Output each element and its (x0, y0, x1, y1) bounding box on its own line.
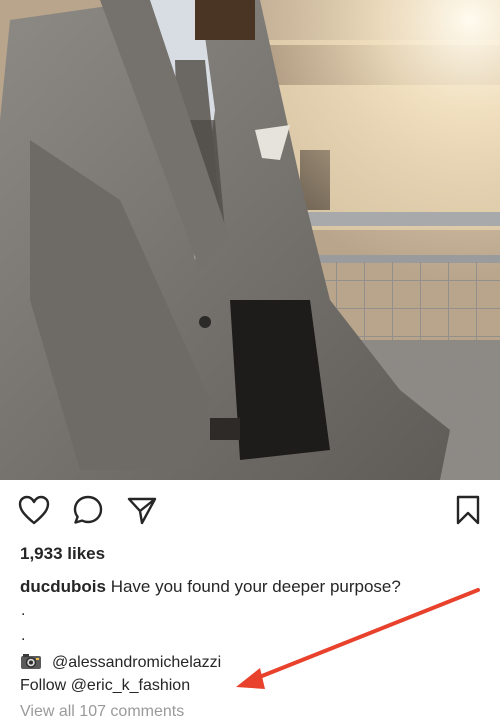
post-photo[interactable] (0, 0, 500, 480)
caption-username[interactable]: ducdubois (20, 577, 106, 596)
follow-prefix: Follow (20, 677, 71, 694)
photo-credit-line: @alessandromichelazzi (20, 652, 221, 676)
share-icon[interactable] (124, 492, 160, 528)
caption-text: Have you found your deeper purpose? (110, 577, 401, 596)
follow-line: Follow @eric_k_fashion (20, 676, 190, 696)
view-all-comments-link[interactable]: View all 107 comments (20, 702, 184, 722)
likes-count[interactable]: 1,933 likes (20, 544, 105, 564)
bookmark-icon[interactable] (450, 492, 486, 528)
camera-icon (20, 652, 42, 676)
caption: ducdubois Have you found your deeper pur… (20, 576, 485, 598)
photo-credit-handle[interactable]: @alessandromichelazzi (52, 654, 221, 671)
heart-icon[interactable] (16, 492, 52, 528)
caption-dot: . (21, 602, 26, 619)
post-action-bar (0, 492, 500, 536)
caption-dot: . (21, 627, 26, 644)
follow-handle-link[interactable]: @eric_k_fashion (71, 677, 190, 694)
photo-illustration (0, 0, 500, 480)
comment-icon[interactable] (70, 492, 106, 528)
